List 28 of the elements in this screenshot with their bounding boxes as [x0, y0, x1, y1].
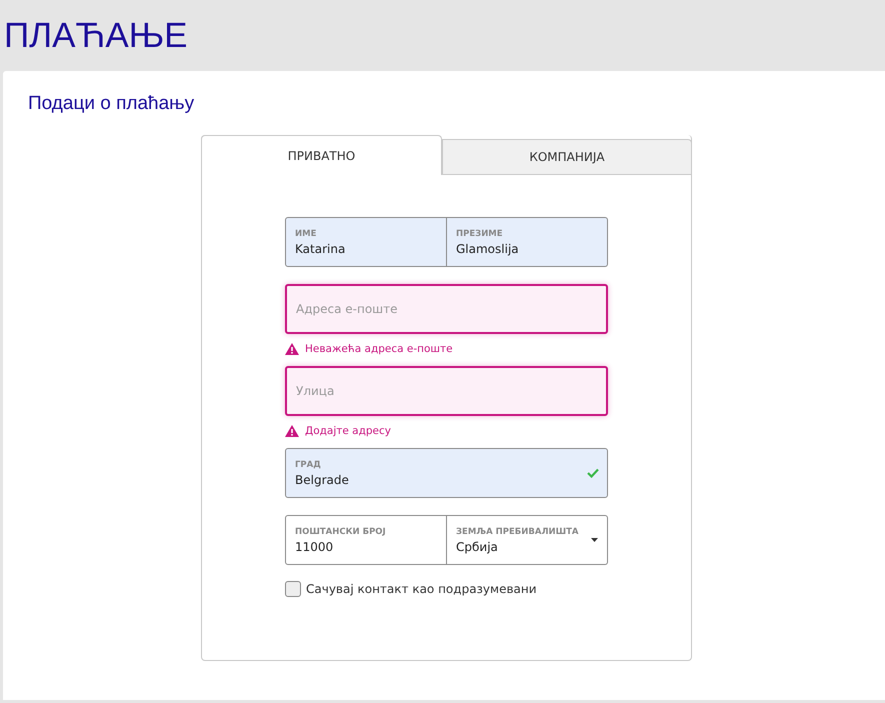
field-label: ИМЕ [295, 228, 318, 238]
input-field[interactable]: ГРАД Belgrade [285, 448, 608, 498]
field-value: Србија [456, 540, 499, 554]
field-value: Katarina [295, 242, 346, 256]
caret-icon [591, 538, 598, 542]
field-label: ПРЕЗИМЕ [456, 228, 504, 238]
error-message: Неважећа адреса е-поште [305, 343, 453, 355]
warning-icon [285, 343, 299, 355]
page-title: ПЛАЋАЊЕ [4, 16, 188, 56]
field-placeholder: Улица [296, 384, 336, 398]
error-message: Додајте адресу [305, 425, 391, 437]
field-placeholder: Адреса е-поште [296, 302, 399, 316]
field-value: Glamoslija [456, 242, 520, 256]
tab[interactable]: ПРИВАТНО [201, 135, 442, 175]
checkbox-label: Сачувај контакт као подразумевани [306, 582, 537, 596]
section-title: Подаци о плаћању [28, 93, 196, 115]
field-label: ГРАД [295, 460, 322, 470]
warning-icon [285, 425, 299, 437]
input-field[interactable]: ПОШТАНСКИ БРОЈ 11000 [285, 515, 447, 565]
field-value: Belgrade [295, 472, 350, 486]
input-field[interactable]: ПРЕЗИМЕ Glamoslija [447, 217, 608, 267]
checkbox[interactable] [285, 581, 301, 597]
input-field[interactable]: ИМЕ Katarina [285, 217, 447, 267]
field-label: ПОШТАНСКИ БРОЈ [295, 526, 387, 536]
country-select[interactable]: ЗЕМЉА ПРЕБИВАЛИШТА Србија [447, 515, 608, 565]
field-value: 11000 [295, 540, 334, 554]
field-label: ЗЕМЉА ПРЕБИВАЛИШТА [456, 526, 580, 536]
tab[interactable]: КОМПАНИЈА [442, 139, 692, 175]
